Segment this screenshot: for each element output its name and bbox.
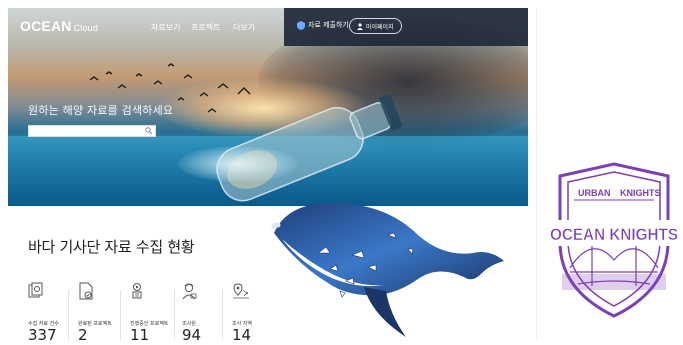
mypage-label: 마이페이지 [366,23,394,31]
whale-illustration [271,202,504,337]
stat-value: 337 [28,326,57,341]
stat-value: 94 [182,326,202,341]
nav-item-more[interactable]: 더보기 [233,22,255,33]
crest-title: OCEAN KNIGHTS [550,225,678,244]
stat-divider [68,290,69,340]
search-input[interactable] [28,125,156,137]
stat-divider [222,290,223,340]
document-stack-icon [28,282,43,298]
crest-top-left: URBAN [578,188,611,198]
stat-value: 11 [130,326,150,341]
search-icon[interactable] [145,127,152,134]
request-data-button[interactable]: 자료 제출하기 [297,20,349,30]
ocean-knights-crest: URBAN KNIGHTS OCEAN KNIGHTS [548,162,680,318]
nav-item-project[interactable]: 프로젝트 [191,22,220,33]
stat-divider [120,290,121,340]
gear-progress-icon [132,283,142,299]
shield-icon [297,20,305,30]
stat-divider [174,290,175,340]
nav-item-data[interactable]: 자료보기 [151,22,180,33]
logo-main: OCEAN [20,18,72,34]
stat-value: 14 [232,326,252,341]
surveyor-icon [182,283,197,300]
request-data-label: 자료 제출하기 [308,21,349,29]
document-check-icon [79,282,93,300]
frame-divider [536,8,537,341]
crest-top-right: KNIGHTS [620,188,661,198]
stats-title: 바다 기사단 자료 수집 현황 [28,238,195,256]
hero-title: 원하는 해양 자료를 검색하세요 [28,104,174,117]
site-logo[interactable]: OCEAN Cloud [20,18,98,34]
logo-sub: Cloud [73,23,99,33]
map-pin-icon [233,283,249,299]
user-icon [357,22,363,30]
stat-value: 2 [78,326,88,341]
hero-splash [178,146,298,182]
mypage-button[interactable]: 마이페이지 [349,18,402,34]
top-navigation: OCEAN Cloud 자료보기 프로젝트 더보기 자료 제출하기 마이페이지 [8,8,528,46]
